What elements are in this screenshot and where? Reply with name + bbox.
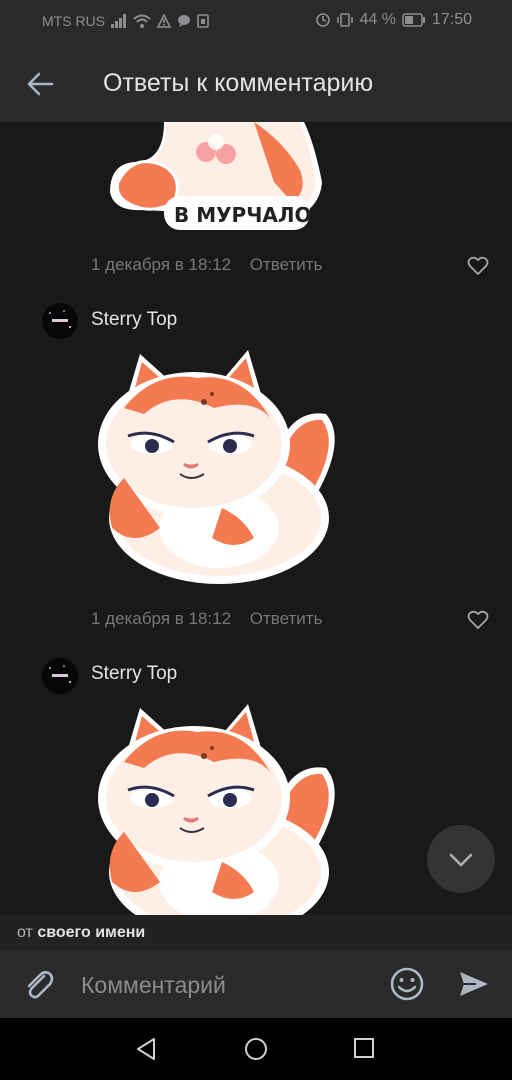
carrier-label: MTS RUS [42, 13, 105, 29]
chevron-down-icon [449, 853, 473, 867]
nav-back-icon[interactable] [134, 1037, 158, 1061]
reply-link[interactable]: Ответить [250, 609, 323, 628]
battery-percent: 44 % [359, 11, 396, 28]
comment-composer: Комментарий [0, 950, 512, 1018]
nav-home-icon[interactable] [244, 1037, 268, 1061]
battery-icon [402, 13, 425, 27]
comment-author[interactable]: Sterry Top [91, 309, 177, 331]
comment-thread: В МУРЧАЛО 1 декабря в 18:12 Ответить Ste… [0, 122, 512, 915]
comment-meta: 1 декабря в 18:12 Ответить [91, 255, 322, 275]
chat-icon [178, 15, 190, 27]
page-title: Ответы к комментарию [103, 69, 374, 97]
heart-icon[interactable] [467, 609, 489, 631]
comment-author[interactable]: Sterry Top [91, 663, 177, 685]
comment-date: 1 декабря в 18:12 [91, 255, 232, 274]
reply-link[interactable]: Ответить [250, 255, 323, 274]
wifi-icon [133, 14, 151, 28]
arrow-left-icon[interactable] [26, 70, 54, 98]
smile-icon[interactable] [389, 966, 425, 1002]
app-header: Ответы к комментарию [0, 44, 512, 122]
sender-selector[interactable]: от своего имени [0, 915, 512, 950]
sticker-cat-murchalo[interactable]: В МУРЧАЛО [104, 122, 334, 240]
comment-input[interactable]: Комментарий [81, 972, 226, 999]
sticker-caption: В МУРЧАЛО [174, 203, 311, 227]
system-nav-bar [0, 1018, 512, 1080]
vibrate-icon [337, 13, 354, 27]
avatar[interactable] [42, 658, 78, 694]
sticker-cat-smug[interactable] [94, 702, 344, 915]
warning-icon [157, 14, 171, 28]
sticker-cat-smug[interactable] [94, 348, 344, 588]
alarm-icon [316, 13, 331, 27]
nav-recents-icon[interactable] [353, 1037, 375, 1059]
comment-date: 1 декабря в 18:12 [91, 609, 232, 628]
paperclip-icon[interactable] [22, 968, 56, 1002]
signal-icon [111, 14, 126, 28]
comment-meta: 1 декабря в 18:12 Ответить [91, 609, 322, 629]
heart-icon[interactable] [467, 255, 489, 277]
scroll-down-button[interactable] [427, 825, 495, 893]
sim-icon [197, 14, 209, 28]
sender-name[interactable]: своего имени [37, 924, 145, 941]
sender-prefix: от [17, 924, 33, 941]
avatar[interactable] [42, 303, 78, 339]
clock: 17:50 [431, 11, 472, 28]
send-icon[interactable] [458, 968, 490, 1000]
status-bar: MTS RUS 44 % 17:50 [0, 0, 512, 44]
